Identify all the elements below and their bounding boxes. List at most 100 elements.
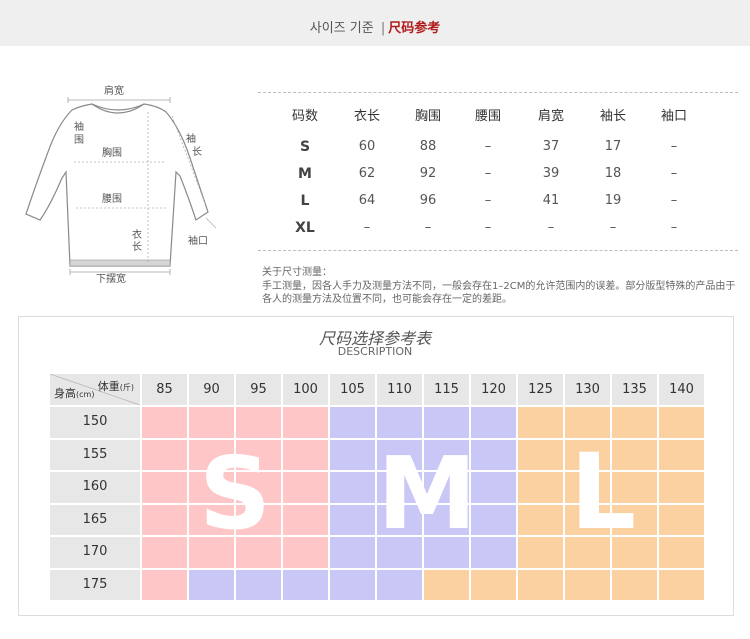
weight-header: 100 [283, 374, 328, 405]
table-row: XL – – – – – – [258, 220, 738, 242]
height-axis-label: 身高(cm) [54, 385, 94, 401]
header-shoulder: 肩宽 [537, 109, 564, 124]
weight-header: 130 [565, 374, 610, 405]
note-title: 关于尺寸测量： [262, 267, 332, 278]
value-cell: 17 [604, 139, 622, 154]
size-cell: L [300, 193, 310, 209]
value-cell: 60 [358, 139, 376, 154]
size-cell-l [471, 569, 516, 600]
weight-header: 90 [189, 374, 234, 405]
size-reference-grid: 体重(斤) 身高(cm) 85 90 95 100 105 110 115 120 125 130… [50, 374, 706, 602]
garment-diagram: 肩宽 袖 围 袖 长 胸围 腰围 衣 长 袖口 下摆宽 [20, 86, 240, 293]
size-cell: M [298, 166, 312, 182]
size-cell-l [565, 569, 610, 600]
value-cell: – [670, 220, 678, 235]
size-cell-l [659, 407, 704, 438]
label-length-top: 衣 [132, 230, 142, 241]
label-shoulder: 肩宽 [104, 86, 124, 97]
table-row: S 60 88 – 37 17 – [258, 139, 738, 161]
weight-header: 115 [424, 374, 469, 405]
label-length-bottom: 长 [132, 242, 142, 253]
value-cell: – [670, 139, 678, 154]
weight-label: 体重 [97, 380, 120, 393]
size-cell-s [142, 407, 187, 438]
size-cell-s [283, 407, 328, 438]
big-size-label-s: S [198, 435, 272, 552]
height-header: 165 [50, 504, 140, 535]
size-table-header: 码数 衣长 胸围 腰围 肩宽 袖长 袖口 [258, 105, 738, 127]
title-separator: | [380, 21, 386, 36]
size-cell-m [236, 569, 281, 600]
size-cell-m [330, 537, 375, 568]
weight-header: 120 [471, 374, 516, 405]
size-cell-m [377, 407, 422, 438]
size-cell-s [283, 537, 328, 568]
value-cell: 96 [419, 193, 437, 208]
value-cell: – [670, 166, 678, 181]
table-divider-top [258, 92, 738, 93]
value-cell: – [547, 220, 555, 235]
value-cell: – [670, 193, 678, 208]
size-cell-l [659, 439, 704, 470]
height-header: 150 [50, 407, 140, 438]
header-length: 衣长 [353, 109, 380, 124]
height-header: 175 [50, 569, 140, 600]
header-cuff: 袖口 [660, 109, 687, 124]
size-cell-l [518, 472, 563, 503]
size-cell-m [471, 407, 516, 438]
header-sleeve: 袖长 [599, 109, 626, 124]
value-cell: – [424, 220, 432, 235]
title-chinese: 尺码参考 [388, 21, 441, 36]
height-header: 155 [50, 439, 140, 470]
value-cell: 37 [542, 139, 560, 154]
size-cell-l [659, 472, 704, 503]
big-size-label-l: L [569, 431, 637, 553]
size-cell-m [330, 569, 375, 600]
height-header: 160 [50, 472, 140, 503]
weight-header: 135 [612, 374, 657, 405]
size-cell-l [518, 439, 563, 470]
page-title: 사이즈 기준 | 尺码参考 [0, 17, 750, 36]
value-cell: – [484, 193, 492, 208]
size-cell-s [142, 472, 187, 503]
height-header: 170 [50, 537, 140, 568]
weight-header: 105 [330, 374, 375, 405]
size-cell-l [612, 569, 657, 600]
size-cell-s [236, 407, 281, 438]
label-hem: 下摆宽 [96, 274, 126, 285]
size-cell-m [189, 569, 234, 600]
height-unit: (cm) [76, 390, 95, 399]
size-cell: S [299, 139, 311, 155]
garment-outline-icon [25, 97, 217, 275]
header-chest: 胸围 [414, 109, 441, 124]
title-korean: 사이즈 기준 [309, 21, 374, 36]
value-cell: 18 [604, 166, 622, 181]
size-cell-l [424, 569, 469, 600]
size-cell-l [518, 504, 563, 535]
label-waist: 腰围 [102, 194, 122, 205]
reference-subtitle: DESCRIPTION [337, 345, 413, 358]
size-cell-l [518, 407, 563, 438]
label-sleeve-length-bottom: 长 [192, 147, 202, 158]
header-size: 码数 [291, 109, 318, 124]
value-cell: 88 [419, 139, 437, 154]
value-cell: – [484, 166, 492, 181]
label-chest: 胸围 [102, 148, 122, 159]
weight-unit: (斤) [119, 383, 134, 392]
value-cell: 19 [604, 193, 622, 208]
table-divider-bottom [258, 250, 738, 251]
weight-axis-label: 体重(斤) [98, 378, 134, 394]
size-cell-l [518, 537, 563, 568]
weight-header: 140 [659, 374, 704, 405]
label-cuff: 袖口 [188, 236, 208, 247]
weight-header: 110 [377, 374, 422, 405]
value-cell: – [484, 220, 492, 235]
value-cell: 92 [419, 166, 437, 181]
weight-header: 85 [142, 374, 187, 405]
size-cell-s [189, 407, 234, 438]
weight-header: 95 [236, 374, 281, 405]
size-cell-m [330, 472, 375, 503]
height-label: 身高 [54, 387, 76, 400]
value-cell: 41 [542, 193, 560, 208]
table-row: M 62 92 – 39 18 – [258, 166, 738, 188]
